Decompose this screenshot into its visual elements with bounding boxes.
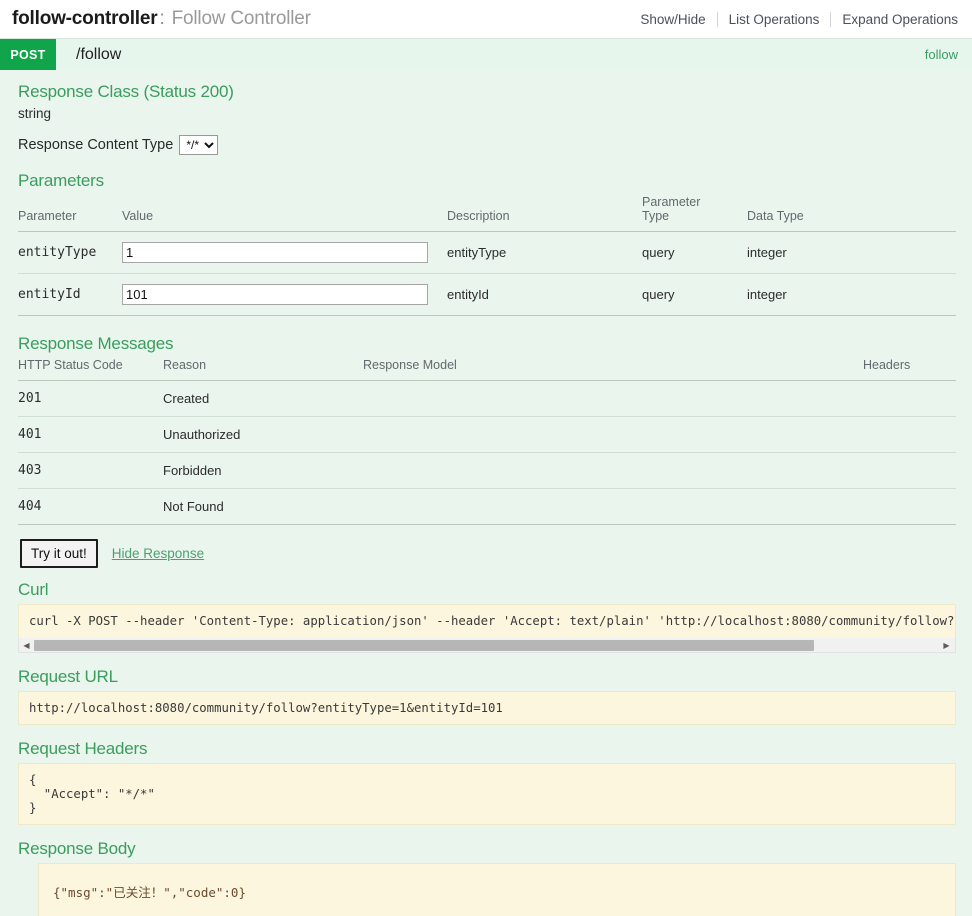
parameters-table: Parameter Value Description Parameter Typ… (18, 195, 956, 316)
col-parameter: Parameter (18, 195, 122, 232)
col-description: Description (447, 195, 642, 232)
swagger-ui-page: follow-controller: Follow Controller Sho… (0, 0, 972, 916)
curl-command[interactable]: curl -X POST --header 'Content-Type: app… (18, 604, 956, 638)
resource-header: follow-controller: Follow Controller Sho… (0, 0, 972, 38)
operation-content: Response Class (Status 200) string Respo… (0, 70, 972, 916)
curl-heading: Curl (18, 580, 49, 599)
status-reason: Not Found (163, 488, 363, 525)
response-content-type-label: Response Content Type (18, 137, 174, 153)
status-code: 201 (18, 380, 163, 417)
operation-tag-link[interactable]: follow (925, 39, 972, 70)
table-row: 201 Created (18, 380, 956, 417)
response-class-model: string (18, 106, 52, 121)
col-parameter-type-line1: Parameter (642, 195, 701, 209)
col-reason: Reason (163, 358, 363, 381)
col-data-type: Data Type (747, 195, 956, 232)
parameters-heading: Parameters (18, 171, 104, 190)
status-code: 404 (18, 488, 163, 525)
response-content-type-select[interactable]: */* (179, 135, 219, 155)
col-headers: Headers (863, 358, 956, 381)
response-body-container: {"msg":"已关注！","code":0} (18, 863, 956, 916)
status-headers (863, 416, 956, 453)
scroll-left-arrow-icon[interactable]: ◀ (19, 639, 34, 652)
col-parameter-type: Parameter Type (642, 195, 747, 232)
response-messages-table: HTTP Status Code Reason Response Model H… (18, 358, 956, 525)
table-row: 403 Forbidden (18, 452, 956, 489)
param-name-entityid: entityId (18, 273, 122, 316)
scroll-right-arrow-icon[interactable]: ▶ (939, 639, 954, 652)
resource-header-links: Show/Hide List Operations Expand Operati… (629, 11, 958, 27)
param-type: query (642, 273, 747, 316)
resource-id: follow-controller (12, 8, 158, 29)
param-value-cell (122, 273, 447, 316)
try-it-out-button[interactable]: Try it out! (20, 539, 98, 568)
param-description: entityId (447, 273, 642, 316)
param-data-type: integer (747, 231, 956, 274)
status-model (363, 416, 863, 453)
status-reason: Created (163, 380, 363, 417)
request-headers-heading: Request Headers (18, 739, 148, 758)
show-hide-link[interactable]: Show/Hide (629, 12, 716, 27)
col-value: Value (122, 195, 447, 232)
col-parameter-type-line2: Type (642, 209, 670, 223)
status-model (363, 488, 863, 525)
response-messages-heading: Response Messages (18, 334, 174, 353)
parameters-table-header-row: Parameter Value Description Parameter Typ… (18, 195, 956, 232)
resource-title: follow-controller: Follow Controller (12, 8, 311, 30)
resource-name: Follow Controller (171, 8, 311, 29)
entitytype-input[interactable] (122, 242, 428, 263)
status-headers (863, 380, 956, 417)
response-body-value: {"msg":"已关注！","code":0} (38, 863, 956, 916)
param-value-cell (122, 231, 447, 274)
submit-row: Try it out! Hide Response (20, 539, 956, 568)
list-operations-link[interactable]: List Operations (718, 12, 831, 27)
col-http-status-code: HTTP Status Code (18, 358, 163, 381)
curl-horizontal-scrollbar[interactable]: ◀ ▶ (18, 638, 956, 653)
resource-separator: : (159, 8, 165, 29)
table-row: 404 Not Found (18, 488, 956, 525)
table-row: entityType entityType query integer (18, 231, 956, 274)
entityid-input[interactable] (122, 284, 428, 305)
col-response-model: Response Model (363, 358, 863, 381)
response-content-type-row: Response Content Type */* (18, 135, 956, 155)
status-code: 403 (18, 452, 163, 489)
response-messages-header-row: HTTP Status Code Reason Response Model H… (18, 358, 956, 381)
status-headers (863, 452, 956, 489)
http-method-badge: POST (0, 39, 56, 70)
request-url-heading: Request URL (18, 667, 118, 686)
curl-block: curl -X POST --header 'Content-Type: app… (18, 604, 956, 653)
param-description: entityType (447, 231, 642, 274)
request-url-value: http://localhost:8080/community/follow?e… (18, 691, 956, 725)
table-row: 401 Unauthorized (18, 416, 956, 453)
request-headers-value: { "Accept": "*/*" } (18, 763, 956, 825)
status-headers (863, 488, 956, 525)
operation-header[interactable]: POST /follow follow (0, 38, 972, 70)
status-model (363, 380, 863, 417)
response-body-heading: Response Body (18, 839, 136, 858)
expand-operations-link[interactable]: Expand Operations (831, 12, 958, 27)
hide-response-link[interactable]: Hide Response (112, 546, 204, 561)
status-code: 401 (18, 416, 163, 453)
status-reason: Unauthorized (163, 416, 363, 453)
param-name-entitytype: entityType (18, 231, 122, 274)
param-type: query (642, 231, 747, 274)
response-class-heading: Response Class (Status 200) (18, 82, 234, 101)
param-data-type: integer (747, 273, 956, 316)
operation-path[interactable]: /follow (56, 39, 925, 70)
status-model (363, 452, 863, 489)
scrollbar-thumb[interactable] (34, 640, 814, 651)
table-row: entityId entityId query integer (18, 273, 956, 316)
status-reason: Forbidden (163, 452, 363, 489)
